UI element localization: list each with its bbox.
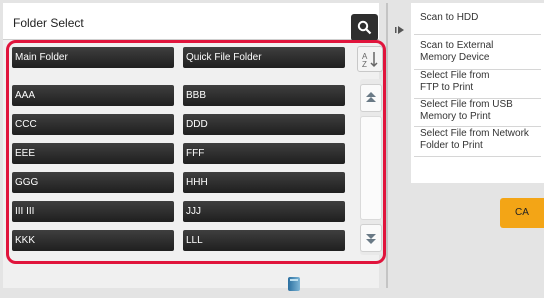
title-bar: Folder Select — [3, 3, 379, 41]
menu-item-scan-to-hdd[interactable]: Scan to HDD — [420, 12, 478, 24]
menu-divider — [414, 126, 541, 127]
collapse-arrow-icon — [395, 26, 404, 34]
search-button[interactable] — [351, 14, 378, 41]
page-title: Folder Select — [13, 16, 84, 30]
menu-divider — [414, 156, 541, 157]
menu-divider — [414, 34, 541, 35]
menu-item-network-print[interactable]: Select File from Network Folder to Print — [420, 128, 542, 152]
menu-item-scan-to-external[interactable]: Scan to External Memory Device — [420, 40, 512, 64]
storage-icon[interactable] — [286, 275, 302, 293]
panel-divider — [386, 3, 388, 288]
collapse-panel-button[interactable] — [394, 22, 406, 38]
search-icon — [357, 20, 372, 35]
menu-item-usb-print[interactable]: Select File from USB Memory to Print — [420, 99, 540, 123]
selection-highlight — [6, 40, 386, 264]
menu-item-ftp-print[interactable]: Select File from FTP to Print — [420, 70, 508, 94]
clear-all-button[interactable]: CA — [500, 198, 544, 228]
